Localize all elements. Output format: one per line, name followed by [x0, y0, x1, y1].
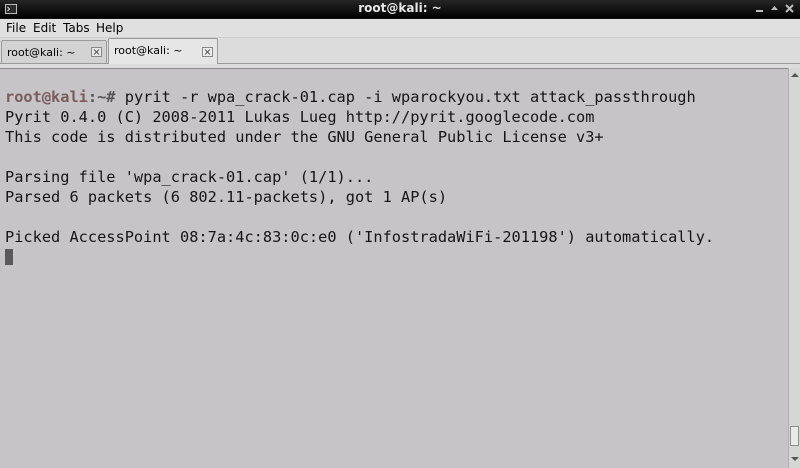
maximize-icon[interactable] — [769, 3, 780, 14]
scrollbar-thumb[interactable] — [790, 426, 799, 446]
cursor-line — [5, 247, 714, 267]
text-cursor — [5, 249, 13, 265]
scroll-down-arrow-icon[interactable] — [790, 454, 800, 464]
output-line: Parsed 6 packets (6 802.11-packets), got… — [5, 188, 448, 206]
output-line: Parsing file 'wpa_crack-01.cap' (1/1)... — [5, 168, 374, 186]
menu-edit[interactable]: Edit — [33, 21, 56, 35]
output-line: Pyrit 0.4.0 (C) 2008-2011 Lukas Lueg htt… — [5, 108, 595, 126]
output-line: This code is distributed under the GNU G… — [5, 128, 604, 146]
close-icon[interactable] — [784, 3, 795, 14]
terminal-window: root@kali: ~ File Edit Tabs Help root@ka… — [0, 0, 800, 468]
vertical-scrollbar[interactable] — [788, 68, 800, 468]
minimize-icon[interactable] — [754, 3, 765, 14]
tab-label: root@kali: ~ — [114, 44, 183, 57]
menu-bar: File Edit Tabs Help — [0, 19, 800, 38]
menu-file[interactable]: File — [6, 21, 26, 35]
scroll-up-arrow-icon[interactable] — [790, 70, 800, 80]
close-tab-icon[interactable] — [202, 47, 213, 57]
title-bar[interactable]: root@kali: ~ — [0, 0, 800, 19]
prompt-user: root@kali — [5, 88, 88, 106]
terminal-text: root@kali:~# pyrit -r wpa_crack-01.cap -… — [5, 87, 714, 267]
command-text: pyrit -r wpa_crack-01.cap -i wparockyou.… — [124, 88, 696, 106]
tab-2[interactable]: root@kali: ~ — [108, 38, 218, 64]
terminal-output-area[interactable]: root@kali:~# pyrit -r wpa_crack-01.cap -… — [0, 68, 788, 468]
output-line: Picked AccessPoint 08:7a:4c:83:0c:e0 ('I… — [5, 228, 715, 246]
menu-tabs[interactable]: Tabs — [63, 21, 90, 35]
tab-label: root@kali: ~ — [7, 46, 76, 59]
command-line: root@kali:~# pyrit -r wpa_crack-01.cap -… — [5, 87, 714, 107]
menu-help[interactable]: Help — [96, 21, 123, 35]
tab-1[interactable]: root@kali: ~ — [1, 40, 107, 63]
window-title: root@kali: ~ — [358, 1, 442, 15]
close-tab-icon[interactable] — [91, 47, 102, 57]
prompt-path: :~# — [87, 88, 125, 106]
tab-bar: root@kali: ~ root@kali: ~ — [0, 38, 800, 64]
